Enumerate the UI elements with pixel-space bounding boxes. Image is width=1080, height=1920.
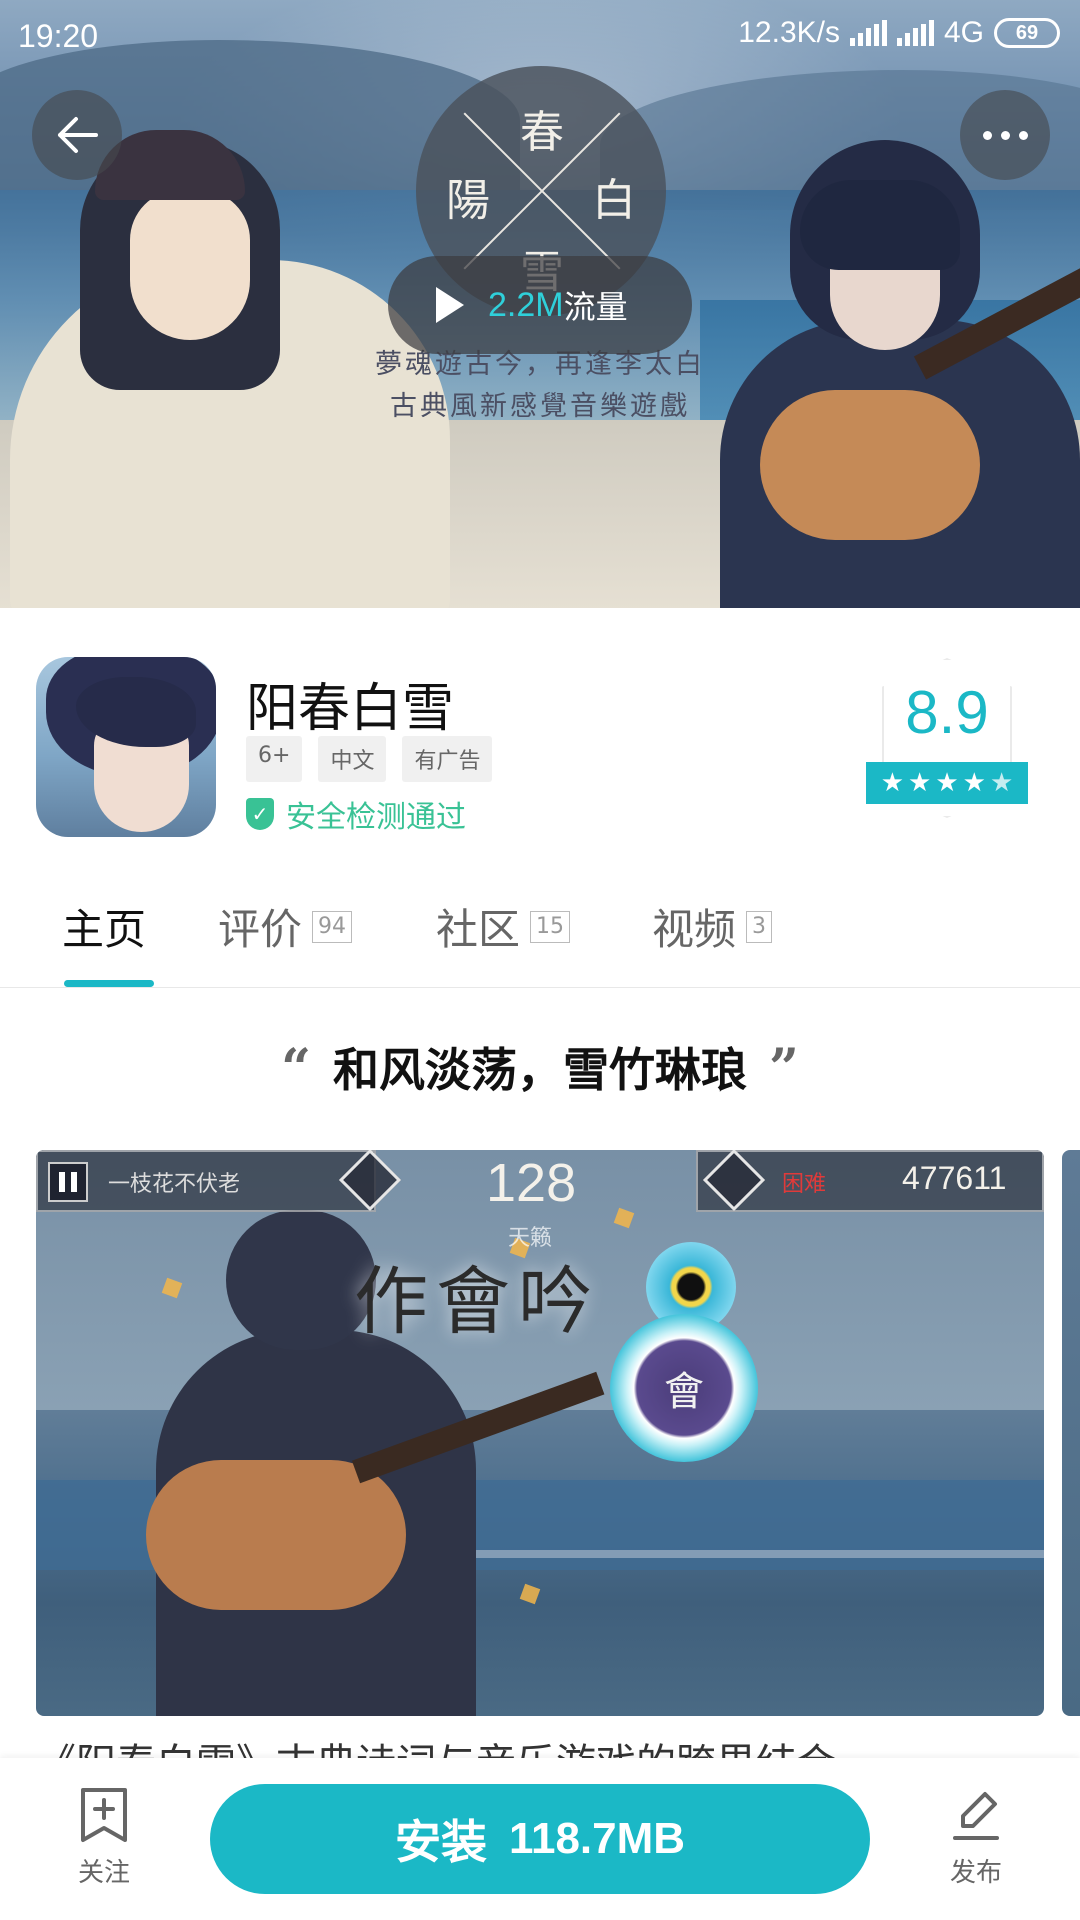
lyric-text: 作會吟 <box>354 1259 600 1345</box>
rating-score: 8.9 <box>905 679 989 746</box>
app-icon <box>36 657 216 837</box>
shield-check-icon: ✓ <box>246 798 274 830</box>
network-speed: 12.3K/s <box>738 16 840 49</box>
bookmark-plus-icon <box>81 1788 127 1842</box>
install-label: 安装 <box>394 1815 487 1869</box>
install-button[interactable]: 安装 118.7MB <box>210 1784 870 1894</box>
star-icon: ★ <box>880 768 905 798</box>
bottom-action-bar: 关注 安装 118.7MB 发布 <box>0 1758 1080 1920</box>
publish-label: 发布 <box>949 1858 1002 1888</box>
app-title: 阳春白雪 <box>246 679 455 739</box>
song-name: 一枝花不伏老 <box>108 1172 241 1197</box>
back-arrow-icon <box>58 117 98 153</box>
follow-button[interactable]: 关注 <box>54 1786 154 1889</box>
tab-reviews[interactable]: 评价 94 <box>218 896 353 957</box>
featured-quote: “ 和风淡荡，雪竹琳琅 ” <box>0 1034 1080 1100</box>
description-peek: 《阳春白雪》古典诗词与音乐游戏的跨界结合…… <box>36 1738 1044 1758</box>
age-rating-tag: 6+ <box>246 736 303 782</box>
tab-label: 社区 <box>436 905 521 954</box>
video-traffic-unit: 流量 <box>563 288 628 326</box>
install-size: 118.7MB <box>508 1814 686 1863</box>
tab-videos[interactable]: 视频 3 <box>652 896 773 957</box>
pause-icon <box>48 1162 88 1202</box>
rating-stars: ★ ★ ★ ★ ★ <box>866 762 1028 804</box>
tab-label: 评价 <box>218 905 303 954</box>
more-options-button[interactable] <box>960 90 1050 180</box>
network-type: 4G <box>943 16 984 49</box>
star-icon: ★ <box>962 768 986 798</box>
signal-icon <box>896 20 934 46</box>
play-icon <box>436 287 464 323</box>
follow-label: 关注 <box>77 1858 130 1888</box>
safety-check[interactable]: ✓ 安全检测通过 <box>246 792 466 836</box>
gameplay-screenshot[interactable]: 一枝花不伏老 128 天籁 困难 477611 作會吟 會 <box>36 1150 1044 1716</box>
video-traffic-size: 2.2M <box>488 285 564 324</box>
rhythm-note-big: 會 <box>610 1314 758 1462</box>
tab-active-indicator <box>64 980 154 987</box>
tab-count: 94 <box>312 910 353 943</box>
pencil-icon <box>953 1792 999 1840</box>
tab-label: 视频 <box>652 905 737 954</box>
note-char: 會 <box>664 1369 704 1415</box>
status-time: 19:20 <box>18 18 99 54</box>
tab-label: 主页 <box>62 905 147 954</box>
rating-badge: 8.9 ★ ★ ★ ★ ★ <box>866 658 1028 822</box>
combo-count: 128 <box>486 1153 577 1213</box>
hero-banner[interactable]: 春 陽 白 雪 夢魂遊古今，再逢李太白 古典風新感覺音樂遊戲 2.2M 流量 1… <box>0 0 1080 608</box>
play-video-button[interactable]: 2.2M 流量 <box>388 256 692 354</box>
next-screenshot-peek[interactable] <box>1062 1150 1080 1716</box>
safety-text: 安全检测通过 <box>286 800 466 835</box>
star-half-icon: ★ <box>989 768 1014 798</box>
star-icon: ★ <box>908 768 932 798</box>
ads-tag: 有广告 <box>402 736 493 782</box>
language-tag: 中文 <box>318 736 387 782</box>
star-icon: ★ <box>935 768 959 798</box>
tab-count: 15 <box>530 910 571 943</box>
logo-char: 陽 <box>446 175 490 226</box>
tab-community[interactable]: 社区 15 <box>436 896 571 957</box>
tab-count: 3 <box>746 910 773 943</box>
tab-bar: 主页 评价 94 社区 15 视频 3 <box>0 860 1080 988</box>
close-quote-mark: ” <box>769 1038 799 1099</box>
app-tags: 6+ 中文 有广告 <box>246 736 493 782</box>
logo-char: 春 <box>520 107 564 158</box>
more-dots-icon <box>982 130 1028 140</box>
tab-home[interactable]: 主页 <box>62 896 146 957</box>
game-score: 477611 <box>902 1160 1007 1196</box>
hero-tagline: 古典風新感覺音樂遊戲 <box>390 391 690 422</box>
difficulty-label: 困难 <box>782 1172 827 1197</box>
logo-char: 白 <box>592 175 636 226</box>
status-bar: 19:20 12.3K/s 4G 69 <box>0 0 1080 72</box>
battery-icon: 69 <box>994 18 1060 48</box>
signal-icon <box>849 20 887 46</box>
back-button[interactable] <box>32 90 122 180</box>
quote-text: 和风淡荡，雪竹琳琅 <box>333 1043 747 1097</box>
publish-button[interactable]: 发布 <box>926 1786 1026 1889</box>
description-text: 《阳春白雪》古典诗词与音乐游戏的跨界结合…… <box>36 1744 1044 1758</box>
open-quote-mark: “ <box>281 1038 311 1099</box>
game-hud: 一枝花不伏老 128 天籁 困难 477611 <box>36 1150 1044 1251</box>
